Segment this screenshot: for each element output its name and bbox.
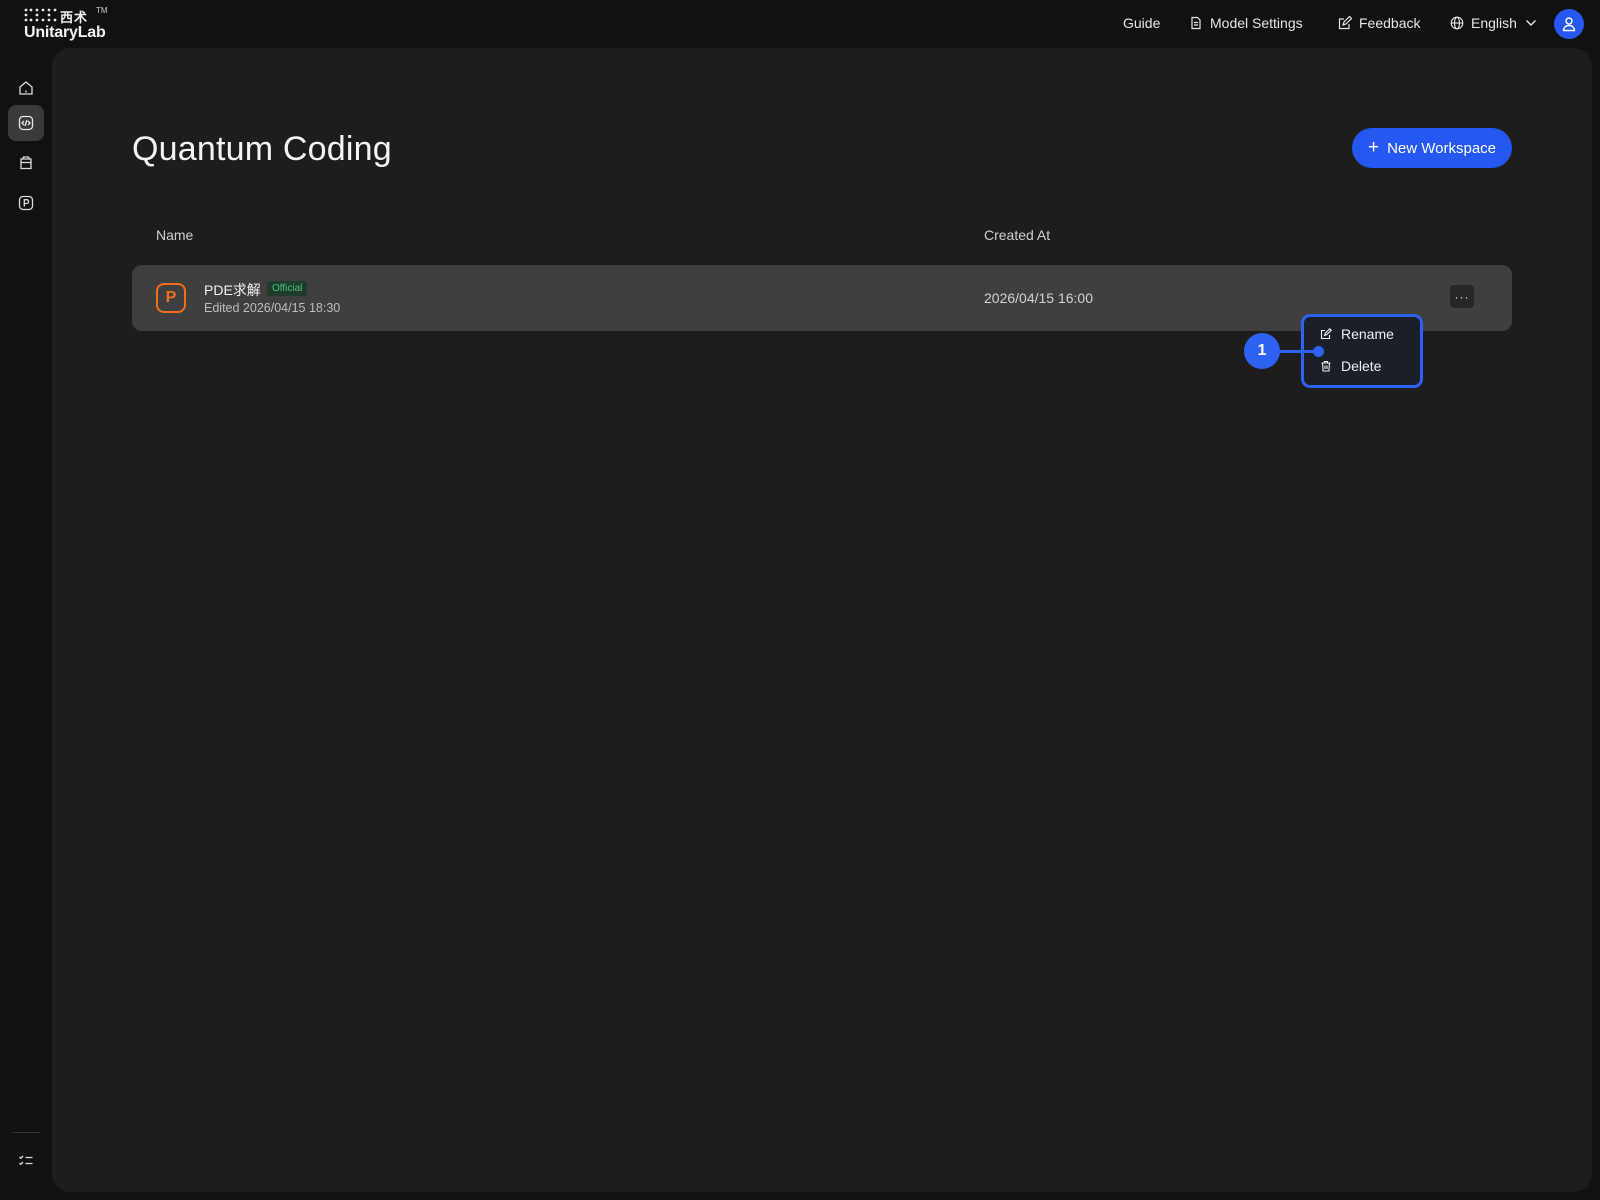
delete-menu-item[interactable]: Delete (1320, 358, 1381, 374)
plus-icon: + (1367, 136, 1380, 158)
sidebar-divider (12, 1132, 40, 1133)
feedback-label: Feedback (1359, 15, 1421, 31)
feedback-link[interactable]: Feedback (1338, 15, 1420, 31)
column-header-name[interactable]: Name (156, 227, 193, 243)
guide-link[interactable]: Guide (1123, 15, 1160, 31)
column-header-created-at[interactable]: Created At (984, 227, 1050, 243)
rename-label: Rename (1341, 326, 1394, 342)
annotation-step-badge: 1 (1244, 333, 1280, 369)
edit-icon (1338, 16, 1352, 30)
home-icon (19, 81, 33, 95)
sidebar-item-p-app[interactable] (8, 185, 44, 221)
language-selector[interactable]: English (1450, 15, 1538, 31)
p-badge-icon (18, 195, 34, 211)
sidebar-item-tasks[interactable] (8, 1143, 44, 1179)
rename-menu-item[interactable]: Rename (1320, 326, 1394, 342)
code-icon (18, 115, 34, 131)
sidebar (0, 48, 52, 1200)
edit-icon (1320, 328, 1332, 340)
main-panel: Quantum Coding + New Workspace Name Crea… (52, 48, 1592, 1192)
user-icon (1562, 17, 1576, 32)
new-workspace-label: New Workspace (1387, 139, 1497, 157)
database-icon (20, 156, 32, 170)
user-avatar[interactable] (1554, 9, 1584, 39)
workspace-created-at: 2026/04/15 16:00 (984, 290, 1093, 306)
new-workspace-button[interactable]: + New Workspace (1352, 128, 1512, 168)
annotation-connector (1278, 350, 1318, 353)
document-icon (1191, 16, 1201, 30)
logo-dots-icon (24, 8, 57, 22)
unitarylab-logo[interactable]: 西术 TM UnitaryLab (22, 6, 122, 42)
delete-label: Delete (1341, 358, 1382, 374)
sidebar-item-quantum-coding[interactable] (8, 105, 44, 141)
workspace-name[interactable]: PDE求解 (204, 280, 261, 300)
guide-label: Guide (1123, 15, 1161, 31)
page-title: Quantum Coding (132, 130, 392, 168)
chevron-down-icon (1525, 20, 1536, 26)
top-bar: 西术 TM UnitaryLab Guide Model Settings Fe… (0, 0, 1600, 48)
sidebar-item-database[interactable] (8, 145, 44, 181)
globe-icon (1450, 16, 1464, 30)
workspace-icon: P (156, 283, 186, 313)
workspace-edited-time: Edited 2026/04/15 18:30 (204, 301, 341, 315)
model-settings-label: Model Settings (1210, 15, 1303, 31)
language-label: English (1471, 15, 1517, 31)
trash-icon (1321, 360, 1331, 372)
model-settings-link[interactable]: Model Settings (1189, 15, 1303, 31)
sidebar-item-home[interactable] (8, 70, 44, 106)
logo-trademark: TM (96, 6, 108, 15)
task-list-icon (19, 1155, 33, 1166)
more-options-button[interactable]: ··· (1450, 285, 1474, 308)
logo-wordmark: UnitaryLab (24, 24, 106, 41)
official-badge: Official (267, 281, 308, 296)
annotation-dot (1313, 346, 1324, 357)
